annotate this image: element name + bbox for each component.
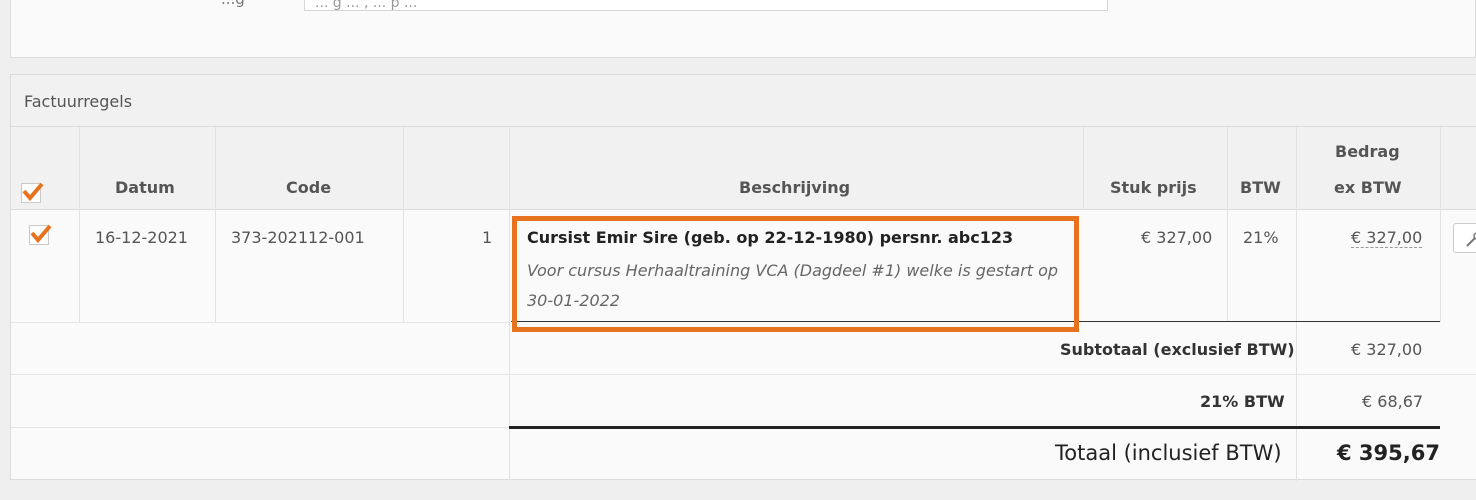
col-stuk-prijs[interactable]: Stuk prijs <box>1110 178 1197 197</box>
edit-row-button[interactable] <box>1453 223 1476 253</box>
row-btw: 21% <box>1243 228 1279 247</box>
row-stuk-prijs: € 327,00 <box>1141 228 1213 247</box>
divider <box>1227 127 1228 322</box>
col-datum[interactable]: Datum <box>115 178 175 197</box>
check-icon <box>30 224 52 244</box>
table-header: Datum Code Beschrijving Stuk prijs BTW B… <box>11 127 1476 210</box>
row-code: 373-202112-001 <box>231 228 365 247</box>
text-input[interactable]: ... g ... , ... p ... <box>304 0 1108 11</box>
field-label: ...g <box>221 0 245 8</box>
col-btw[interactable]: BTW <box>1240 178 1281 197</box>
check-icon <box>22 182 44 202</box>
invoice-lines-panel: Factuurregels Datum Code Beschrijving St… <box>10 74 1476 481</box>
divider <box>11 374 1476 375</box>
divider <box>215 127 216 322</box>
row-datum: 16-12-2021 <box>95 228 188 247</box>
total-divider <box>509 426 1440 429</box>
col-beschrijving[interactable]: Beschrijving <box>739 178 850 197</box>
highlight-box <box>512 216 1079 332</box>
divider <box>1083 127 1084 210</box>
btw-label: 21% BTW <box>1200 392 1285 411</box>
divider <box>403 127 404 322</box>
col-bedrag[interactable]: Bedrag <box>1335 142 1400 161</box>
col-code[interactable]: Code <box>286 178 331 197</box>
divider <box>1440 127 1441 322</box>
top-form-panel: ...g ... g ... , ... p ... <box>10 0 1476 58</box>
subtotal-value: € 327,00 <box>1351 340 1423 359</box>
btw-value: € 68,67 <box>1362 392 1424 411</box>
total-label: Totaal (inclusief BTW) <box>1055 441 1282 465</box>
wrench-icon <box>1466 232 1476 247</box>
divider <box>11 322 509 323</box>
row-aantal: 1 <box>482 228 493 247</box>
row-checkbox[interactable] <box>29 224 52 245</box>
panel-title: Factuurregels <box>24 92 133 111</box>
divider <box>11 427 509 428</box>
divider <box>79 127 80 322</box>
subtotal-label: Subtotaal (exclusief BTW) <box>1060 340 1295 359</box>
col-bedrag-sub: ex BTW <box>1334 178 1402 197</box>
row-bedrag-link[interactable]: € 327,00 <box>1351 228 1423 248</box>
select-all-checkbox[interactable] <box>21 182 44 203</box>
panel-header: Factuurregels <box>11 75 1476 127</box>
total-value: € 395,67 <box>1337 441 1440 465</box>
